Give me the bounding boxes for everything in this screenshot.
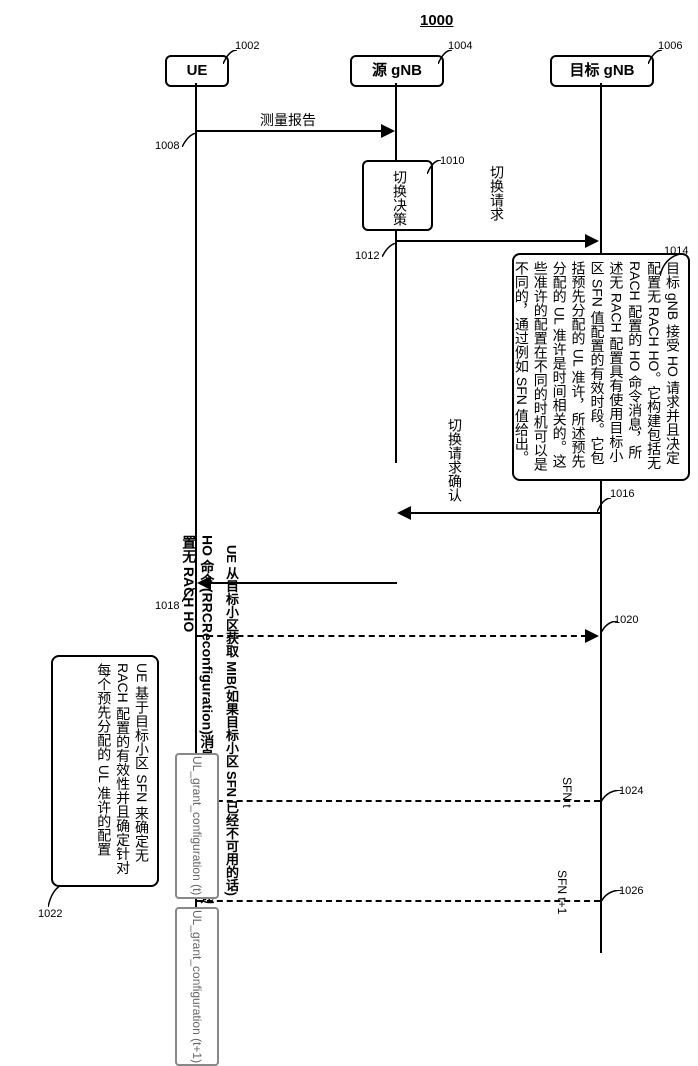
ref-ho-ack-real: 1016 bbox=[610, 488, 634, 500]
arrow-measurement bbox=[197, 130, 383, 132]
lifeline-source-gnb bbox=[395, 83, 397, 463]
arrow-head-measurement bbox=[381, 124, 395, 138]
arrow-ho-ack bbox=[411, 512, 601, 514]
entity-source-gnb: 源 gNB bbox=[350, 55, 444, 87]
ue-note-box: UE 基于目标小区 SFN 来确定无 RACH 配置的有效性并且确定针对每个预先… bbox=[51, 655, 159, 887]
dashed-grant-t bbox=[197, 800, 600, 802]
ref-ho-request: 1012 bbox=[355, 250, 379, 262]
ref-ue-note: 1022 bbox=[38, 908, 62, 920]
label-mib-read: UE 从目标小区获取 MIB(如果目标小区 SFN 已经不可用的话) bbox=[222, 545, 241, 995]
grant-t1-box: UL_grant_configuration (t+1) bbox=[175, 907, 219, 1066]
sequence-diagram: 1000 UE 1002 源 gNB 1004 目标 gNB 1006 测量报告… bbox=[0, 0, 698, 1000]
ref-handover-decision: 1010 bbox=[440, 155, 464, 167]
diagram-id: 1000 bbox=[420, 12, 453, 29]
arrow-head-ho-ack bbox=[397, 506, 411, 520]
ref-grant-t: 1024 bbox=[619, 785, 643, 797]
ref-grant-t1: 1026 bbox=[619, 885, 643, 897]
arrow-ho-request bbox=[397, 240, 587, 242]
entity-ue: UE bbox=[165, 55, 229, 87]
entity-ue-ref: 1002 bbox=[235, 40, 259, 52]
ref-ho-command: 1018 bbox=[155, 600, 179, 612]
dashed-mib bbox=[197, 635, 587, 637]
label-sfn-t1: SFN t+1 bbox=[555, 870, 569, 914]
grant-t-box: UL_grant_configuration (t) bbox=[175, 753, 219, 899]
handover-decision-box: 切换决策 bbox=[362, 160, 433, 231]
label-measurement-report: 测量报告 bbox=[260, 110, 316, 130]
label-ho-ack: 切换请求确认 bbox=[445, 418, 465, 502]
label-sfn-t: SFN t bbox=[560, 777, 574, 808]
target-note-box: 目标 gNB 接受 HO 请求并且决定配置无 RACH HO。它构建包括无 RA… bbox=[512, 253, 690, 481]
arrow-head-ho-request bbox=[585, 234, 599, 248]
label-ho-request: 切换请求 bbox=[487, 165, 507, 221]
lifeline-target-gnb bbox=[600, 83, 602, 953]
arrow-head-mib bbox=[585, 629, 599, 643]
dashed-grant-t1 bbox=[197, 900, 600, 902]
entity-target-gnb: 目标 gNB bbox=[550, 55, 654, 87]
ref-measurement: 1008 bbox=[155, 140, 179, 152]
